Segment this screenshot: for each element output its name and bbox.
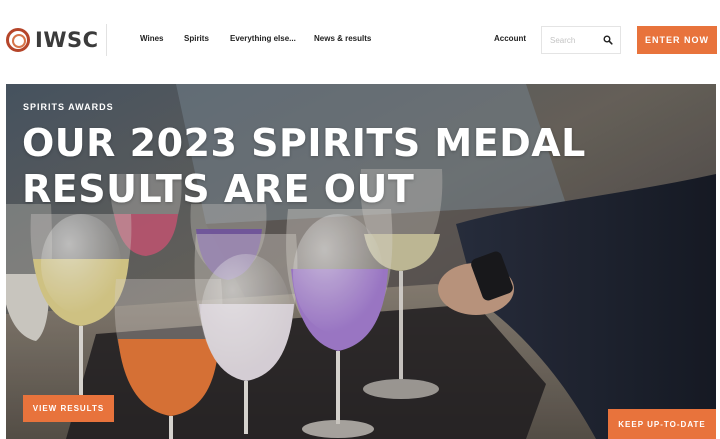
hero-eyebrow: SPIRITS AWARDS <box>23 102 114 112</box>
search-icon[interactable] <box>603 35 613 45</box>
enter-now-button[interactable]: ENTER NOW <box>637 26 717 54</box>
header-divider <box>106 24 107 56</box>
hero-headline: OUR 2023 SPIRITS MEDAL RESULTS ARE OUT <box>22 121 586 211</box>
keep-up-to-date-button[interactable]: KEEP UP-TO-DATE <box>608 409 716 439</box>
search-box <box>541 26 621 54</box>
search-input[interactable] <box>550 33 600 47</box>
nav-spirits[interactable]: Spirits <box>184 34 209 43</box>
account-link[interactable]: Account <box>494 34 526 43</box>
logo-text: IWSC <box>35 28 99 52</box>
nav-wines[interactable]: Wines <box>140 34 164 43</box>
view-results-button[interactable]: VIEW RESULTS <box>23 395 114 422</box>
iwsc-logo[interactable]: IWSC <box>6 26 99 54</box>
nav-everything-else[interactable]: Everything else... <box>230 34 296 43</box>
logo-mark-icon <box>6 28 30 52</box>
hero-banner: SPIRITS AWARDS OUR 2023 SPIRITS MEDAL RE… <box>6 84 716 439</box>
nav-news-results[interactable]: News & results <box>314 34 371 43</box>
site-header: IWSC Wines Spirits Everything else... Ne… <box>0 0 720 80</box>
